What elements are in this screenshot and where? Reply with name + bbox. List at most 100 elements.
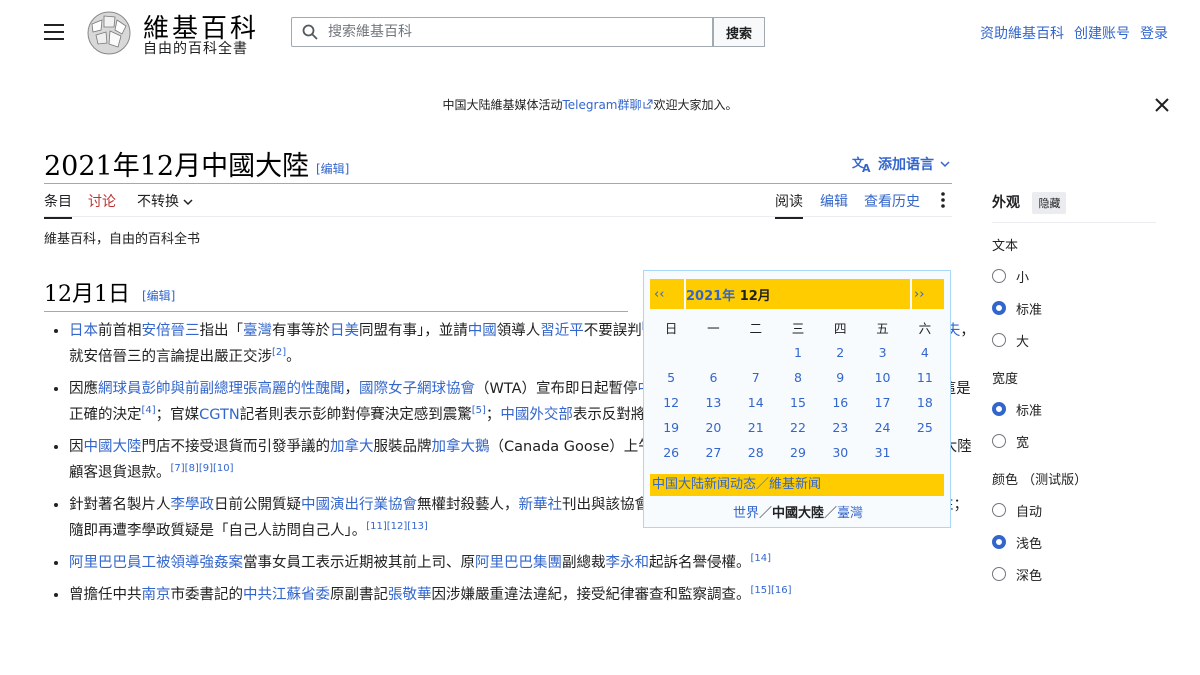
color-option[interactable]: 浅色 [992, 526, 1156, 558]
article-link[interactable]: 李學政 [171, 497, 215, 513]
article-link[interactable]: 國際女子網球協會 [359, 381, 475, 397]
add-language-button[interactable]: 文 A 添加语言 [852, 154, 950, 174]
article-link[interactable]: 安倍晉三 [142, 323, 200, 339]
calendar-day[interactable]: 7 [735, 365, 777, 390]
tab-article[interactable]: 条目 [44, 191, 72, 219]
calendar-news-link[interactable]: 中国大陆新闻动态／維基新闻 [650, 474, 944, 496]
calendar-day[interactable]: 19 [650, 415, 692, 440]
calendar-day-link[interactable]: 29 [790, 445, 806, 460]
calendar-day[interactable]: 13 [692, 390, 734, 415]
radio-selected-icon[interactable] [992, 535, 1006, 549]
calendar-day-link[interactable]: 7 [752, 370, 760, 385]
citation-link[interactable]: [2] [272, 347, 286, 358]
tab-history[interactable]: 查看历史 [864, 191, 920, 217]
radio-icon[interactable] [992, 567, 1006, 581]
calendar-day-link[interactable]: 2 [836, 345, 844, 360]
calendar-day-link[interactable]: 25 [917, 420, 933, 435]
calendar-day-link[interactable]: 27 [705, 445, 721, 460]
main-menu-button[interactable] [44, 24, 64, 40]
calendar-day[interactable]: 4 [904, 340, 946, 365]
calendar-day-link[interactable]: 18 [917, 395, 933, 410]
radio-icon[interactable] [992, 434, 1006, 448]
article-link[interactable]: 中國外交部 [500, 407, 573, 423]
calendar-day[interactable]: 29 [777, 440, 819, 465]
calendar-day[interactable]: 10 [861, 365, 903, 390]
hide-appearance-button[interactable]: 隐藏 [1032, 192, 1067, 214]
calendar-prev-link[interactable]: ‹‹ [650, 279, 684, 309]
calendar-day-link[interactable]: 19 [663, 420, 679, 435]
citation-link[interactable]: [15][16] [751, 585, 792, 596]
close-icon[interactable] [1153, 96, 1171, 114]
width-option[interactable]: 标准 [992, 393, 1156, 425]
article-link[interactable]: 阿里巴巴員工被領導強姦案 [69, 555, 243, 571]
calendar-day[interactable]: 1 [777, 340, 819, 365]
citation-link[interactable]: [5] [472, 405, 486, 416]
more-options-icon[interactable] [938, 190, 948, 210]
citation-link[interactable]: [14] [751, 553, 772, 564]
article-link[interactable]: 阿里巴巴集團 [475, 555, 562, 571]
article-link[interactable]: 李永和 [606, 555, 650, 571]
calendar-day[interactable]: 9 [819, 365, 861, 390]
calendar-day-link[interactable]: 10 [875, 370, 891, 385]
calendar-day-link[interactable]: 24 [875, 420, 891, 435]
article-link[interactable]: 中國大陸 [84, 439, 142, 455]
calendar-day-link[interactable]: 9 [836, 370, 844, 385]
tab-edit[interactable]: 编辑 [820, 191, 848, 217]
calendar-day-link[interactable]: 6 [709, 370, 717, 385]
calendar-day[interactable]: 27 [692, 440, 734, 465]
calendar-day-link[interactable]: 22 [790, 420, 806, 435]
wikipedia-globe-icon[interactable] [84, 10, 134, 56]
radio-icon[interactable] [992, 333, 1006, 347]
calendar-day-link[interactable]: 12 [663, 395, 679, 410]
article-link[interactable]: 習近平 [540, 323, 584, 339]
citation-link[interactable]: [7][8][9][10] [171, 463, 234, 474]
login-link[interactable]: 登录 [1140, 23, 1168, 43]
title-edit-link[interactable]: [编辑] [316, 160, 349, 177]
calendar-day[interactable]: 16 [819, 390, 861, 415]
banner-telegram-link[interactable]: Telegram群聊 [563, 98, 642, 112]
region-world-link[interactable]: 世界 [733, 506, 759, 521]
article-link[interactable]: 中國 [468, 323, 497, 339]
search-box[interactable] [291, 17, 713, 47]
calendar-day-link[interactable]: 4 [921, 345, 929, 360]
calendar-day[interactable]: 14 [735, 390, 777, 415]
calendar-day-link[interactable]: 28 [748, 445, 764, 460]
text-size-option[interactable]: 大 [992, 324, 1156, 356]
radio-selected-icon[interactable] [992, 402, 1006, 416]
calendar-day[interactable]: 23 [819, 415, 861, 440]
calendar-day[interactable]: 15 [777, 390, 819, 415]
width-option[interactable]: 宽 [992, 425, 1156, 457]
calendar-day-link[interactable]: 21 [748, 420, 764, 435]
search-input[interactable] [326, 23, 700, 41]
calendar-day[interactable]: 24 [861, 415, 903, 440]
calendar-day[interactable]: 26 [650, 440, 692, 465]
region-taiwan-link[interactable]: 臺灣 [837, 506, 863, 521]
radio-selected-icon[interactable] [992, 301, 1006, 315]
calendar-day-link[interactable]: 13 [705, 395, 721, 410]
radio-icon[interactable] [992, 269, 1006, 283]
radio-icon[interactable] [992, 503, 1006, 517]
calendar-day[interactable]: 20 [692, 415, 734, 440]
tab-variant[interactable]: 不转换 [137, 191, 193, 217]
article-link[interactable]: 加拿大 [330, 439, 374, 455]
section-edit-link[interactable]: [编辑] [142, 287, 175, 304]
article-link[interactable]: 南京 [142, 587, 171, 603]
article-link[interactable]: CGTN [199, 407, 240, 423]
calendar-day[interactable]: 28 [735, 440, 777, 465]
calendar-day[interactable]: 21 [735, 415, 777, 440]
calendar-day[interactable]: 3 [861, 340, 903, 365]
citation-link[interactable]: [11][12][13] [366, 521, 428, 532]
calendar-year[interactable]: 2021年 [686, 285, 735, 304]
calendar-day-link[interactable]: 1 [794, 345, 802, 360]
article-link[interactable]: 日本 [69, 323, 98, 339]
calendar-day[interactable]: 18 [904, 390, 946, 415]
article-link[interactable]: 中國演出行業協會 [301, 497, 417, 513]
article-link[interactable]: 新華社 [519, 497, 563, 513]
article-link[interactable]: 日美 [330, 323, 359, 339]
calendar-day-link[interactable]: 17 [875, 395, 891, 410]
calendar-day-link[interactable]: 26 [663, 445, 679, 460]
calendar-day-link[interactable]: 16 [832, 395, 848, 410]
calendar-day[interactable]: 22 [777, 415, 819, 440]
calendar-next-link[interactable]: ›› [912, 279, 944, 309]
calendar-day[interactable]: 2 [819, 340, 861, 365]
